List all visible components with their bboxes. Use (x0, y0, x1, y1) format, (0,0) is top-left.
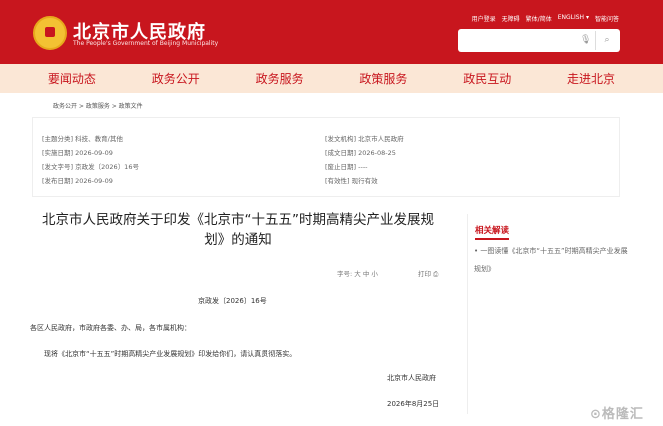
meta-doc-number: [发文字号] 京政发〔2026〕16号 (42, 163, 139, 171)
accessibility-link[interactable]: 无障碍 (502, 14, 520, 23)
meta-publish-date: [发布日期] 2026-09-09 (42, 177, 113, 185)
document-date: 2026年8月25日 (387, 400, 440, 408)
login-link[interactable]: 用户登录 (472, 14, 496, 23)
document-meta-box (32, 117, 620, 197)
title-line-1: 北京市人民政府关于印发《北京市“十五五”时期高精尖产业发展规 (42, 212, 434, 228)
qa-link[interactable]: 智能问答 (595, 14, 619, 23)
sidebar-divider (467, 214, 468, 414)
nav-services[interactable]: 政务服务 (256, 70, 304, 87)
nav-interaction[interactable]: 政民互动 (463, 70, 511, 87)
emblem-icon (33, 16, 67, 50)
font-size-control[interactable]: 字号: 大 中 小 (337, 268, 378, 278)
meta-repeal-date: [废止日期] ---- (325, 163, 368, 171)
nav-gov-affairs[interactable]: 政务公开 (152, 70, 200, 87)
nav-policy[interactable]: 政策服务 (359, 70, 407, 87)
meta-effective-date: [实施日期] 2026-09-09 (42, 149, 113, 157)
related-link[interactable]: • 一图读懂《北京市“十五五”时期高精尖产业发展规划》 (474, 242, 634, 278)
microphone-icon[interactable]: 🎙 (580, 35, 591, 45)
meta-written-date: [成文日期] 2026-08-25 (325, 149, 396, 157)
language-link[interactable]: 繁体/简体 (526, 14, 552, 23)
search-button[interactable]: ⌕ (595, 31, 618, 50)
title-line-2: 划》的通知 (204, 232, 272, 248)
related-title: 相关解读 (475, 224, 510, 240)
nav-news[interactable]: 要闻动态 (48, 70, 96, 87)
main-nav: 要闻动态 政务公开 政务服务 政策服务 政民互动 走进北京 (0, 64, 663, 93)
watermark: ⊙格隆汇 (590, 407, 644, 422)
doc-number: 京政发〔2026〕16号 (198, 297, 267, 305)
site-subtitle: The People's Government of Beijing Munic… (73, 40, 219, 47)
meta-validity: [有效性] 现行有效 (325, 177, 378, 185)
meta-topic: [主题分类] 科技、教育/其他 (42, 135, 123, 143)
nav-about[interactable]: 走进北京 (567, 70, 615, 87)
english-link[interactable]: ENGLISH ▾ (558, 14, 589, 23)
document-title: 北京市人民政府关于印发《北京市“十五五”时期高精尖产业发展规 划》的通知 (26, 210, 450, 250)
signature: 北京市人民政府 (387, 374, 436, 382)
meta-issuer: [发文机构] 北京市人民政府 (325, 135, 404, 143)
salutation: 各区人民政府，市政府各委、办、局，各市属机构： (30, 324, 191, 332)
body-paragraph: 现将《北京市“十五五”时期高精尖产业发展规划》印发给你们，请认真贯彻落实。 (44, 350, 297, 358)
top-links: 用户登录 无障碍 繁体/简体 ENGLISH ▾ 智能问答 (472, 14, 619, 23)
print-button[interactable]: 打印 ⎙ (418, 268, 438, 279)
breadcrumb[interactable]: 政务公开 > 政策服务 > 政策文件 (53, 101, 143, 110)
